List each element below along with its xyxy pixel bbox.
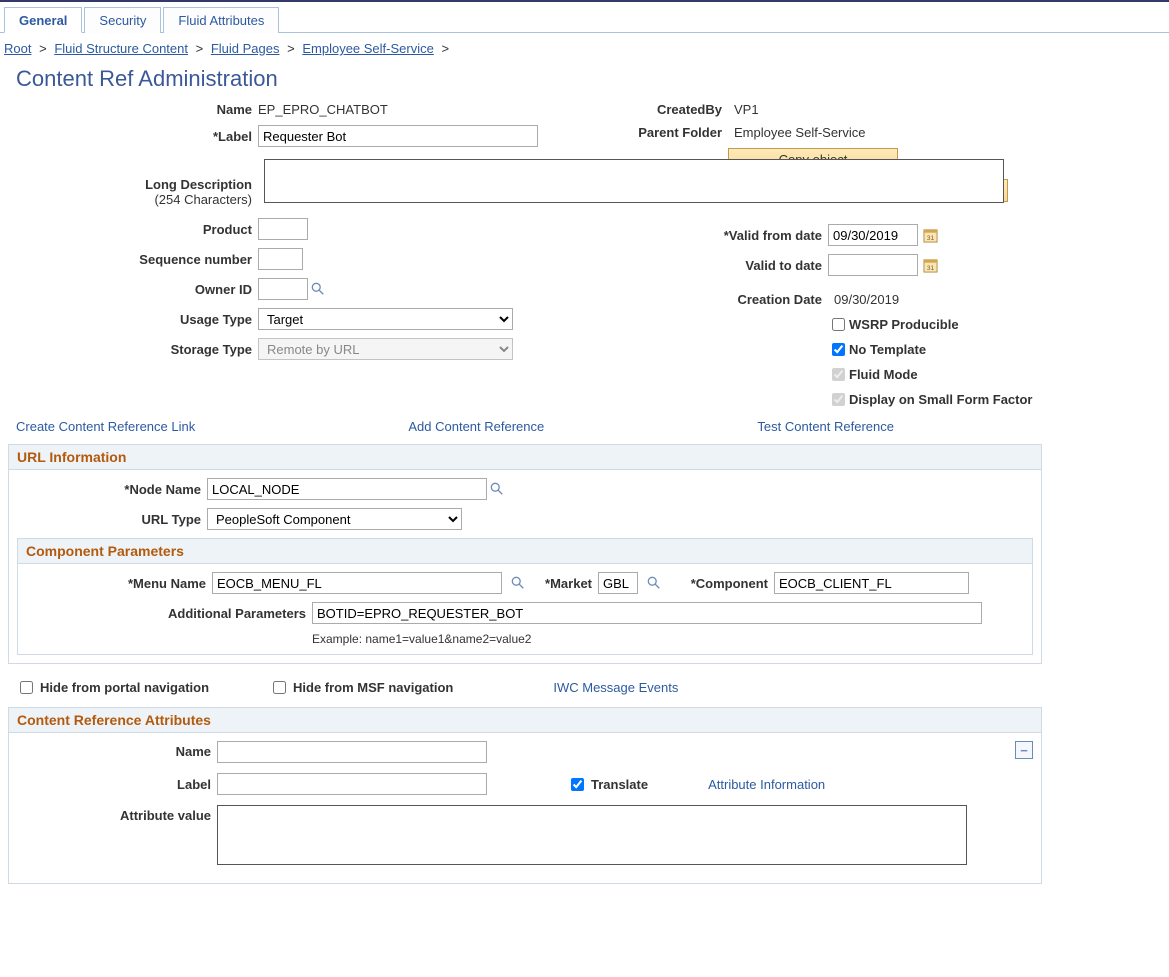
translate-label: Translate: [591, 777, 648, 792]
tab-bar: General Security Fluid Attributes: [0, 6, 1169, 33]
createdby-label: CreatedBy: [588, 102, 728, 117]
valid-to-label: Valid to date: [588, 258, 828, 273]
createdby-value: VP1: [728, 102, 759, 117]
hide-msf-nav-checkbox[interactable]: [273, 681, 286, 694]
component-params-header: Component Parameters: [17, 538, 1033, 564]
svg-text:31: 31: [926, 235, 934, 242]
menu-name-label: *Menu Name: [26, 576, 206, 591]
product-input[interactable]: [258, 218, 308, 240]
page-title: Content Ref Administration: [8, 60, 1042, 102]
hide-msf-nav-checkbox-wrap[interactable]: Hide from MSF navigation: [269, 678, 453, 697]
component-input[interactable]: [774, 572, 969, 594]
wsrp-label: WSRP Producible: [849, 317, 959, 332]
node-name-label: *Node Name: [17, 482, 207, 497]
no-template-checkbox[interactable]: [832, 343, 845, 356]
url-info-header: URL Information: [8, 444, 1042, 470]
sequence-input[interactable]: [258, 248, 303, 270]
attr-value-input[interactable]: [217, 805, 967, 865]
valid-from-input[interactable]: [828, 224, 918, 246]
creation-date-value: 09/30/2019: [828, 292, 899, 307]
cref-attrs-header: Content Reference Attributes: [8, 707, 1042, 733]
no-template-label: No Template: [849, 342, 926, 357]
long-desc-label: Long Description: [8, 177, 258, 192]
additional-params-label: Additional Parameters: [26, 606, 306, 621]
name-label: Name: [8, 102, 258, 117]
attr-value-label: Attribute value: [17, 805, 217, 823]
tab-general[interactable]: General: [4, 7, 82, 33]
tab-fluid-attributes[interactable]: Fluid Attributes: [163, 7, 279, 33]
label-input[interactable]: [258, 125, 538, 147]
valid-to-input[interactable]: [828, 254, 918, 276]
additional-params-input[interactable]: [312, 602, 982, 624]
url-type-select[interactable]: PeopleSoft Component: [207, 508, 462, 530]
node-name-input[interactable]: [207, 478, 487, 500]
breadcrumb: Root > Fluid Structure Content > Fluid P…: [0, 33, 1169, 60]
owner-id-lookup-icon[interactable]: [310, 281, 326, 297]
params-example-text: Example: name1=value1&name2=value2: [312, 632, 1024, 646]
test-cref-link[interactable]: Test Content Reference: [757, 419, 894, 434]
node-name-lookup-icon[interactable]: [489, 481, 505, 497]
parent-folder-label: Parent Folder: [588, 125, 728, 140]
storage-type-label: Storage Type: [8, 342, 258, 357]
valid-to-calendar-icon[interactable]: 31: [922, 257, 938, 273]
url-type-label: URL Type: [17, 512, 207, 527]
fluid-mode-label: Fluid Mode: [849, 367, 918, 382]
market-input[interactable]: [598, 572, 638, 594]
breadcrumb-root[interactable]: Root: [4, 41, 31, 56]
remove-row-button[interactable]: −: [1015, 741, 1033, 759]
storage-type-select: Remote by URL: [258, 338, 513, 360]
usage-type-label: Usage Type: [8, 312, 258, 327]
create-cref-link[interactable]: Create Content Reference Link: [16, 419, 195, 434]
hide-portal-nav-checkbox-wrap[interactable]: Hide from portal navigation: [16, 678, 209, 697]
tab-security[interactable]: Security: [84, 7, 161, 33]
add-cref-link[interactable]: Add Content Reference: [408, 419, 544, 434]
menu-name-lookup-icon[interactable]: [510, 575, 526, 591]
component-label: *Component: [668, 576, 768, 591]
attr-name-label: Name: [17, 741, 217, 759]
market-label: *Market: [532, 576, 592, 591]
breadcrumb-fluid-pages[interactable]: Fluid Pages: [211, 41, 280, 56]
hide-portal-nav-checkbox[interactable]: [20, 681, 33, 694]
breadcrumb-employee-self-service[interactable]: Employee Self-Service: [302, 41, 434, 56]
menu-name-input[interactable]: [212, 572, 502, 594]
fluid-mode-checkbox: [832, 368, 845, 381]
wsrp-checkbox[interactable]: [832, 318, 845, 331]
valid-from-calendar-icon[interactable]: 31: [922, 227, 938, 243]
name-value: EP_EPRO_CHATBOT: [258, 102, 388, 117]
valid-from-label: *Valid from date: [588, 228, 828, 243]
owner-id-label: Owner ID: [8, 282, 258, 297]
breadcrumb-fluid-structure[interactable]: Fluid Structure Content: [54, 41, 188, 56]
attr-name-input[interactable]: [217, 741, 487, 763]
small-form-factor-label: Display on Small Form Factor: [849, 392, 1033, 407]
iwc-message-events-link[interactable]: IWC Message Events: [553, 680, 678, 695]
attribute-information-link[interactable]: Attribute Information: [708, 777, 825, 792]
parent-folder-value: Employee Self-Service: [728, 125, 866, 140]
translate-checkbox[interactable]: [571, 778, 584, 791]
long-desc-sublabel: (254 Characters): [8, 192, 258, 207]
label-label: *Label: [8, 129, 258, 144]
owner-id-input[interactable]: [258, 278, 308, 300]
product-label: Product: [8, 222, 258, 237]
attr-label-input[interactable]: [217, 773, 487, 795]
svg-text:31: 31: [926, 265, 934, 272]
sequence-label: Sequence number: [8, 252, 258, 267]
market-lookup-icon[interactable]: [646, 575, 662, 591]
attr-label-label: Label: [17, 777, 217, 792]
creation-date-label: Creation Date: [588, 292, 828, 307]
long-description-input[interactable]: [264, 159, 1004, 203]
usage-type-select[interactable]: Target: [258, 308, 513, 330]
small-form-factor-checkbox: [832, 393, 845, 406]
